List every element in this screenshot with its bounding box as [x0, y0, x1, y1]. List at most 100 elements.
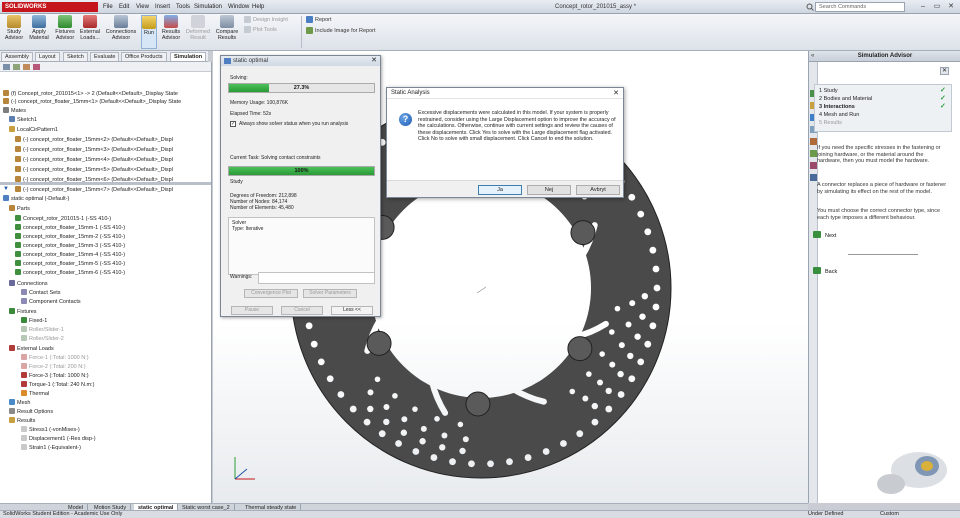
menu-simulation[interactable]: Simulation: [194, 2, 222, 12]
no-button[interactable]: Nej: [527, 185, 571, 195]
step-mesh-run[interactable]: 4 Mesh and Run: [819, 111, 859, 119]
external-loads-button[interactable]: External Loads...: [79, 15, 101, 41]
tree-item-result-options[interactable]: Result Options: [9, 408, 53, 416]
tree-item[interactable]: concept_rotor_floater_15mm-3 (-SS 410-): [15, 242, 125, 250]
custom-properties-icon[interactable]: [810, 150, 817, 157]
appearances-icon[interactable]: [810, 138, 817, 145]
convergence-plot-button[interactable]: Convergence Plot: [244, 289, 298, 298]
tree-item[interactable]: Roller/Slider-1: [21, 326, 64, 334]
include-image-button[interactable]: Include Image for Report: [306, 27, 376, 36]
tree-item[interactable]: Strain1 (-Equivalent-): [21, 444, 81, 452]
tree-item[interactable]: Fixed-1: [21, 317, 47, 325]
status-custom[interactable]: Custom: [880, 511, 899, 518]
property-manager-icon[interactable]: [13, 64, 20, 70]
tree-item[interactable]: Thermal: [21, 390, 49, 398]
tree-item-results[interactable]: Results: [9, 417, 35, 425]
feature-tree-icon[interactable]: [3, 64, 10, 70]
search-commands-input[interactable]: Search Commands: [815, 2, 905, 12]
cancel-button[interactable]: Cancel: [281, 306, 323, 315]
less-button[interactable]: Less <<: [331, 306, 373, 315]
compare-results-button[interactable]: Compare Results: [215, 15, 239, 41]
tree-item[interactable]: Roller/Slider-2: [21, 335, 64, 343]
solidworks-logo[interactable]: SOLIDWORKS: [2, 2, 98, 12]
plot-tools-button[interactable]: Plot Tools: [244, 26, 277, 35]
study-advisor-button[interactable]: Study Advisor: [3, 15, 25, 41]
config-manager-icon[interactable]: [23, 64, 30, 70]
tree-item[interactable]: concept_rotor_floater_15mm-2 (-SS 410-): [15, 233, 125, 241]
menu-help[interactable]: Help: [252, 2, 264, 12]
minimize-icon[interactable]: –: [917, 2, 929, 12]
close-icon[interactable]: ✕: [940, 67, 949, 75]
design-insight-button[interactable]: Design Insight: [244, 16, 288, 25]
tree-item-parts[interactable]: Parts: [9, 205, 30, 213]
pause-button[interactable]: Pause: [231, 306, 273, 315]
step-interactions[interactable]: 3 Interactions: [819, 103, 855, 111]
apply-material-button[interactable]: Apply Material: [28, 15, 50, 41]
close-icon[interactable]: ✕: [613, 89, 619, 98]
tree-item[interactable]: (-) concept_rotor_floater_15mm<3> (Defau…: [15, 146, 173, 154]
menu-view[interactable]: View: [136, 2, 149, 12]
filter-icon[interactable]: ▼: [3, 186, 11, 192]
tree-item[interactable]: Displacement1 (-Res disp-): [21, 435, 96, 443]
study-root[interactable]: static optimal (-Default-): [3, 195, 69, 203]
simulation-advisor-icon[interactable]: [810, 174, 817, 181]
solver-parameters-button[interactable]: Solver Parameters: [303, 289, 357, 298]
tab-sketch[interactable]: Sketch: [63, 52, 88, 61]
pane-splitter[interactable]: [0, 182, 211, 185]
tree-item[interactable]: Component Contacts: [21, 298, 81, 306]
menu-edit[interactable]: Edit: [119, 2, 129, 12]
tree-item[interactable]: Force-3 (:Total: 1000 N:): [21, 372, 89, 380]
tree-item[interactable]: Contact Sets: [21, 289, 61, 297]
connections-advisor-button[interactable]: Connections Advisor: [105, 15, 137, 41]
tab-simulation[interactable]: Simulation: [170, 52, 207, 61]
tree-item[interactable]: Sketch1: [9, 116, 37, 124]
always-show-checkbox[interactable]: ✓: [230, 121, 236, 127]
tree-item-connections[interactable]: Connections: [9, 280, 48, 288]
tree-item[interactable]: (-) concept_rotor_floater_15mm<4> (Defau…: [15, 156, 173, 164]
menu-insert[interactable]: Insert: [155, 2, 170, 12]
step-study[interactable]: 1 Study: [819, 87, 838, 95]
tree-item[interactable]: concept_rotor_floater_15mm-1 (-SS 410-): [15, 224, 125, 232]
menu-tools[interactable]: Tools: [176, 2, 190, 12]
next-link[interactable]: Next: [813, 231, 836, 240]
step-results[interactable]: 5 Results: [819, 119, 842, 127]
tree-item[interactable]: concept_rotor_floater_15mm-6 (-SS 410-): [15, 269, 125, 277]
run-button[interactable]: Run: [141, 15, 157, 49]
tab-office-products[interactable]: Office Products: [121, 52, 167, 61]
forum-icon[interactable]: [810, 162, 817, 169]
tree-item-external-loads[interactable]: External Loads: [9, 345, 54, 353]
tree-item-mesh[interactable]: Mesh: [9, 399, 30, 407]
deformed-result-button[interactable]: Deformed Result: [185, 15, 211, 41]
tab-assembly[interactable]: Assembly: [1, 52, 33, 61]
tree-item[interactable]: concept_rotor_floater_15mm-4 (-SS 410-): [15, 251, 125, 259]
menu-file[interactable]: File: [103, 2, 113, 12]
tree-item-fixtures[interactable]: Fixtures: [9, 308, 37, 316]
fixtures-advisor-button[interactable]: Fixtures Advisor: [54, 15, 76, 41]
close-icon[interactable]: ✕: [945, 2, 957, 12]
report-button[interactable]: Report: [306, 16, 332, 25]
tree-item[interactable]: Torque-1 (:Total: 240 N.m:): [21, 381, 94, 389]
cancel-button[interactable]: Avbryt: [576, 185, 620, 195]
tree-item[interactable]: Concept_rotor_201015-1 (-SS 410-): [15, 215, 111, 223]
tree-item[interactable]: (-) concept_rotor_floater_15mm<2> (Defau…: [15, 136, 173, 144]
restore-icon[interactable]: ▭: [931, 2, 943, 12]
tab-layout[interactable]: Layout: [35, 52, 60, 61]
step-bodies-material[interactable]: 2 Bodies and Material: [819, 95, 872, 103]
tree-item[interactable]: (f) Concept_rotor_201015<1> -> 2 (Defaul…: [3, 90, 178, 98]
tree-item[interactable]: (-) concept_rotor_floater_15mm<5> (Defau…: [15, 166, 173, 174]
tree-item[interactable]: Mates: [3, 107, 26, 115]
close-icon[interactable]: ✕: [371, 57, 377, 65]
tree-item[interactable]: LocalCirPattern1: [9, 126, 58, 134]
results-advisor-button[interactable]: Results Advisor: [160, 15, 182, 41]
back-link[interactable]: Back: [813, 267, 837, 276]
tab-evaluate[interactable]: Evaluate: [90, 52, 120, 61]
menu-window[interactable]: Window: [228, 2, 249, 12]
display-manager-icon[interactable]: [33, 64, 40, 70]
tree-item[interactable]: concept_rotor_floater_15mm-5 (-SS 410-): [15, 260, 125, 268]
tree-item[interactable]: (-) concept_rotor_floater_15mm<1> (Defau…: [3, 98, 181, 106]
expand-icon[interactable]: «: [811, 53, 814, 60]
tree-item[interactable]: Force-1 (:Total: 1000 N:): [21, 354, 89, 362]
yes-button[interactable]: Ja: [478, 185, 522, 195]
tree-item[interactable]: Stress1 (-vonMises-): [21, 426, 80, 434]
tree-item[interactable]: Force-2 (:Total: 200 N:): [21, 363, 86, 371]
